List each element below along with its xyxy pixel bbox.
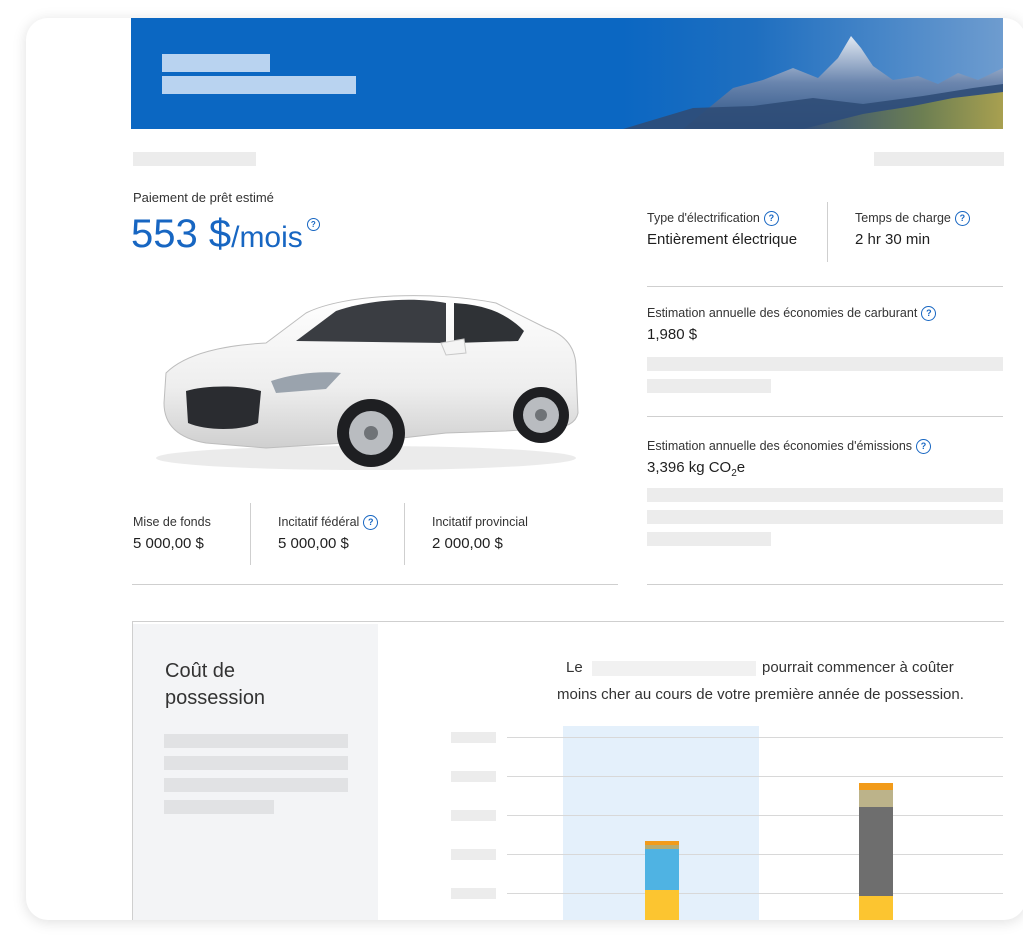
divider [647, 286, 1003, 287]
banner-title-placeholder [162, 54, 270, 72]
bar-gas-segment-orange [859, 783, 893, 790]
help-icon[interactable]: ? [306, 218, 320, 231]
axis-tick-placeholder [451, 888, 496, 899]
help-icon[interactable]: ? [363, 515, 379, 531]
help-icon[interactable]: ? [921, 306, 937, 322]
text-placeholder [647, 357, 1003, 371]
axis-tick-placeholder [451, 732, 496, 743]
ownership-statement-line1: pourrait commencer à coûter [762, 659, 954, 676]
text-placeholder [164, 756, 348, 770]
bar-ev-segment-blue [645, 849, 679, 890]
axis-tick-placeholder [451, 849, 496, 860]
electrification-value: Entièrement électrique [647, 231, 798, 248]
ownership-panel: Coût de possession [133, 624, 378, 920]
gridline [507, 854, 1003, 855]
loan-amount-value: 553 $ [131, 212, 232, 256]
emission-savings-suffix: e [736, 459, 746, 476]
emission-savings-label: Estimation annuelle des économies d'émis… [647, 439, 932, 455]
link-placeholder [874, 152, 1004, 166]
gridline [507, 893, 1003, 894]
down-payment-value: 5 000,00 $ [133, 535, 204, 552]
provincial-incentive-value: 2 000,00 $ [432, 535, 503, 552]
down-payment-label: Mise de fonds [133, 515, 211, 529]
ownership-title-line2: possession [165, 687, 266, 709]
loan-amount-unit: /mois [231, 221, 303, 254]
bar-gas-segment-gray [859, 807, 893, 896]
text-placeholder [647, 379, 771, 393]
provincial-incentive-label: Incitatif provincial [432, 515, 528, 529]
bar-gas-segment-tan [859, 790, 893, 807]
vehicle-name-placeholder [592, 661, 756, 676]
header-banner [131, 18, 1003, 129]
bar-gas-segment-yellow [859, 896, 893, 920]
vehicle-comparison-card: Paiement de prêt estimé 553 $/mois? Mise… [26, 18, 1023, 920]
car-image [156, 295, 579, 470]
divider [827, 202, 828, 262]
help-icon[interactable]: ? [916, 439, 932, 455]
charge-time-label: Temps de charge? [855, 211, 970, 227]
text-placeholder [164, 778, 348, 792]
charge-time-value: 2 hr 30 min [855, 231, 931, 248]
divider [404, 503, 405, 565]
text-placeholder [647, 510, 1003, 524]
divider [250, 503, 251, 565]
breadcrumb-placeholder [133, 152, 256, 166]
federal-incentive-label-text: Incitatif fédéral [278, 515, 360, 529]
emission-savings-number: 3,396 kg CO [647, 459, 732, 476]
charge-time-label-text: Temps de charge [855, 211, 951, 225]
text-placeholder [164, 734, 348, 748]
ownership-title-line1: Coût de [165, 660, 236, 682]
federal-incentive-label: Incitatif fédéral? [278, 515, 379, 531]
fuel-savings-label: Estimation annuelle des économies de car… [647, 306, 937, 322]
divider [132, 584, 618, 585]
electrification-label-text: Type d'électrification [647, 211, 760, 225]
axis-tick-placeholder [451, 810, 496, 821]
emission-savings-value: 3,396 kg CO2e [647, 459, 745, 479]
fuel-savings-value: 1,980 $ [647, 326, 698, 343]
loan-amount: 553 $/mois? [131, 212, 320, 257]
loan-label: Paiement de prêt estimé [133, 190, 274, 205]
help-icon[interactable]: ? [954, 211, 970, 227]
ownership-statement-line2: moins cher au cours de votre première an… [557, 686, 964, 703]
ownership-statement-prefix: Le [566, 659, 583, 676]
text-placeholder [647, 532, 771, 546]
mountain-banner [623, 18, 1003, 129]
ownership-title: Coût de possession [165, 658, 265, 712]
emission-savings-label-text: Estimation annuelle des économies d'émis… [647, 439, 913, 453]
gridline [507, 776, 1003, 777]
bar-ev-segment-yellow [645, 890, 679, 920]
gridline [507, 815, 1003, 816]
text-placeholder [164, 800, 274, 814]
divider [647, 584, 1003, 585]
gridline [507, 737, 1003, 738]
federal-incentive-value: 5 000,00 $ [278, 535, 349, 552]
axis-tick-placeholder [451, 771, 496, 782]
banner-subtitle-placeholder [162, 76, 356, 94]
text-placeholder [647, 488, 1003, 502]
divider [647, 416, 1003, 417]
fuel-savings-label-text: Estimation annuelle des économies de car… [647, 306, 918, 320]
electrification-label: Type d'électrification? [647, 211, 779, 227]
help-icon[interactable]: ? [763, 211, 779, 227]
